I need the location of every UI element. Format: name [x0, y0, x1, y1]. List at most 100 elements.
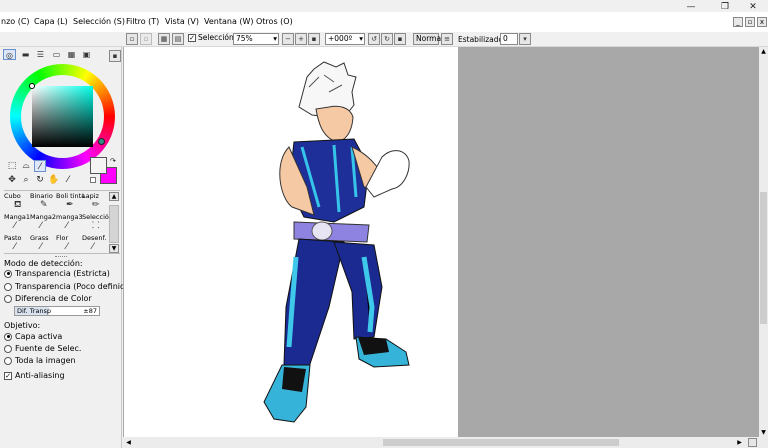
swatches-tab[interactable]: ▦: [65, 49, 78, 60]
target-selection-source-option[interactable]: Fuente de Selec.: [4, 344, 81, 353]
zoom-out-button[interactable]: −: [282, 33, 294, 45]
menu-layer[interactable]: Capa (L): [34, 17, 68, 26]
corner-rotate-button[interactable]: [748, 438, 757, 447]
brush-boli-tinta[interactable]: Boli tinta ✒: [56, 192, 85, 213]
lasso-icon[interactable]: ⌓: [20, 160, 32, 172]
rotate-right-button[interactable]: ↻: [381, 33, 393, 45]
detect-loose-option[interactable]: Transparencia (Poco definida): [4, 282, 133, 291]
zoom-value: 75%: [236, 34, 253, 43]
canvas-sheet[interactable]: [124, 47, 458, 437]
panel-collapse-button[interactable]: ▪: [109, 50, 121, 62]
canvas-area[interactable]: [123, 47, 768, 437]
brush-desenf-[interactable]: Desenf. ⁄: [82, 234, 108, 255]
radio-color-diff[interactable]: [4, 294, 12, 303]
blur-icon: ⁄: [92, 242, 94, 252]
detect-strict-option[interactable]: Transparencia (Estricta): [4, 269, 110, 278]
zoom-in-button[interactable]: +: [295, 33, 307, 45]
brush-selecci-[interactable]: Selecció ⸬: [82, 213, 109, 234]
scratchpad-icon: ▣: [82, 50, 91, 59]
primary-color-swatch[interactable]: [90, 157, 107, 174]
deselect-button[interactable]: ▫: [126, 33, 138, 45]
color-picker-cursor[interactable]: [29, 83, 35, 89]
radio-active-layer[interactable]: [4, 332, 12, 341]
flip-button[interactable]: ≡: [441, 33, 453, 45]
radio-loose[interactable]: [4, 282, 12, 291]
rgb-slider-tab[interactable]: ▬: [19, 49, 32, 60]
blend-mode-button[interactable]: Normal: [413, 33, 443, 45]
menu-view[interactable]: Vista (V): [165, 17, 199, 26]
brush-pasto[interactable]: Pasto ⁄: [4, 234, 30, 255]
selection-toggle[interactable]: ✓ Selección: [188, 33, 234, 42]
angle-select[interactable]: +000º ▾: [325, 33, 365, 45]
brush-manga3[interactable]: manga3 ⁄: [56, 213, 83, 234]
transform-button[interactable]: ▤: [172, 33, 184, 45]
zoom-reset-button[interactable]: ▪: [308, 33, 320, 45]
radio-whole-image[interactable]: [4, 356, 12, 365]
selection-label: Selección: [198, 33, 234, 42]
vertical-scroll-thumb[interactable]: [760, 192, 767, 324]
color-wheel[interactable]: [10, 64, 115, 169]
menu-selection[interactable]: Selección (S): [73, 17, 125, 26]
gradient-tab[interactable]: ▭: [50, 49, 63, 60]
menu-filter[interactable]: Filtro (T): [126, 17, 159, 26]
brush-flor[interactable]: Flor ⁄: [56, 234, 82, 255]
hsv-slider-tab[interactable]: ☰: [34, 49, 47, 60]
scroll-left-icon[interactable]: ◀: [124, 437, 133, 448]
doc-close-button[interactable]: x: [757, 17, 767, 27]
target-whole-image-option[interactable]: Toda la imagen: [4, 356, 76, 365]
brush-label: Lapiz: [82, 192, 99, 200]
selection-checkbox[interactable]: ✓: [188, 33, 196, 42]
hand-icon[interactable]: ✋: [48, 174, 60, 186]
menu-window[interactable]: Ventana (W): [204, 17, 254, 26]
ink-pen-icon: ✒: [66, 200, 74, 210]
radio-strict[interactable]: [4, 269, 12, 278]
color-wheel-tab[interactable]: ◎: [3, 49, 16, 60]
rect-select-icon[interactable]: ⬚: [6, 160, 18, 172]
panel-splitter[interactable]: [55, 256, 67, 258]
scroll-right-icon[interactable]: ▶: [735, 437, 744, 448]
horizontal-scrollbar[interactable]: ◀ ▶: [123, 437, 768, 448]
brush-icon: ⁄: [40, 242, 42, 252]
brush-cubo[interactable]: Cubo ⛾: [4, 192, 30, 213]
stabilizer-input[interactable]: 0: [500, 33, 518, 45]
antialiasing-label: Anti-aliasing: [15, 371, 65, 380]
brush-scroll-thumb[interactable]: [109, 205, 119, 243]
doc-minimize-button[interactable]: _: [733, 17, 743, 27]
hue-cursor[interactable]: [98, 138, 105, 145]
saturation-value-square[interactable]: [29, 83, 93, 147]
eyedropper-icon[interactable]: ⁄: [62, 174, 74, 186]
diff-slider[interactable]: Dif. Transp ±87: [14, 306, 100, 316]
brush-grass[interactable]: Grass ⁄: [30, 234, 56, 255]
zoom-icon[interactable]: ⌕: [20, 174, 32, 186]
move-icon[interactable]: ✥: [6, 174, 18, 186]
menu-file[interactable]: nzo (C): [1, 17, 30, 26]
zoom-select[interactable]: 75% ▾: [233, 33, 279, 45]
brush-scroll-down[interactable]: ▼: [109, 244, 119, 253]
menu-others[interactable]: Otros (O): [256, 17, 293, 26]
horizontal-scroll-thumb[interactable]: [383, 439, 619, 446]
brush-lapiz[interactable]: Lapiz ✏: [82, 192, 108, 213]
vertical-scrollbar[interactable]: ▲ ▼: [759, 47, 768, 437]
brush-binario[interactable]: Binario ✎: [30, 192, 56, 213]
brush-manga2[interactable]: Manga2 ⁄: [30, 213, 56, 234]
swap-colors-icon[interactable]: ↷: [110, 157, 116, 165]
radio-selection-source[interactable]: [4, 344, 12, 353]
scroll-up-icon[interactable]: ▲: [759, 47, 768, 56]
antialiasing-option[interactable]: ✓ Anti-aliasing: [4, 371, 65, 380]
brush-scroll-up[interactable]: ▲: [109, 192, 119, 201]
invert-button[interactable]: ▫: [140, 33, 152, 45]
brush-manga1[interactable]: Manga1 ⁄: [4, 213, 30, 234]
magic-wand-icon[interactable]: ⁄: [34, 160, 46, 172]
transparent-color-icon[interactable]: [90, 177, 96, 183]
doc-restore-button[interactable]: ▫: [745, 17, 755, 27]
scroll-down-icon[interactable]: ▼: [759, 428, 768, 437]
rotate-left-button[interactable]: ↺: [368, 33, 380, 45]
stabilizer-dropdown[interactable]: ▾: [519, 33, 531, 45]
detect-color-diff-option[interactable]: Diferencia de Color: [4, 294, 92, 303]
select-all-button[interactable]: ▦: [158, 33, 170, 45]
rotate-reset-button[interactable]: ▪: [394, 33, 406, 45]
rotate-view-icon[interactable]: ↻: [34, 174, 46, 186]
scratchpad-tab[interactable]: ▣: [80, 49, 93, 60]
target-active-layer-option[interactable]: Capa activa: [4, 332, 62, 341]
antialiasing-checkbox[interactable]: ✓: [4, 371, 12, 380]
